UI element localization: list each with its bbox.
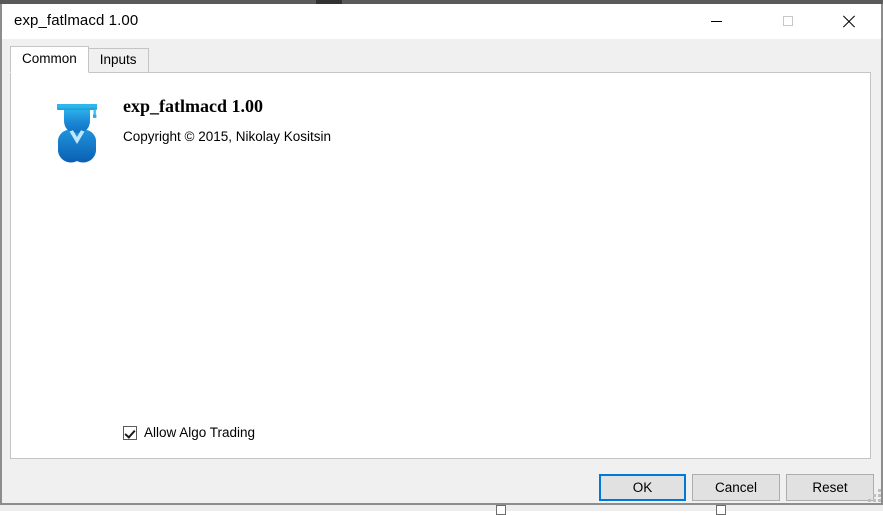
background-checkbox-partial	[496, 505, 506, 515]
tab-common-label: Common	[22, 51, 77, 66]
common-tab-panel: exp_fatlmacd 1.00 Copyright © 2015, Niko…	[10, 72, 871, 459]
close-button[interactable]	[825, 4, 871, 38]
minimize-button[interactable]	[693, 4, 739, 38]
allow-algo-trading-label: Allow Algo Trading	[144, 425, 256, 440]
expert-properties-dialog: exp_fatlmacd 1.00 Common Inputs exp_fatl…	[0, 4, 883, 505]
reset-button[interactable]: Reset	[786, 474, 874, 501]
tab-inputs[interactable]: Inputs	[87, 48, 149, 73]
product-title: exp_fatlmacd 1.00	[123, 96, 263, 116]
maximize-button[interactable]	[765, 4, 811, 38]
window-title: exp_fatlmacd 1.00	[14, 12, 139, 29]
close-icon	[842, 15, 855, 28]
cancel-button[interactable]: Cancel	[692, 474, 780, 501]
maximize-icon	[783, 16, 793, 26]
ok-button[interactable]: OK	[599, 474, 686, 501]
minimize-icon	[710, 20, 722, 22]
resize-grip[interactable]	[868, 489, 882, 503]
tab-strip: Common Inputs	[10, 46, 149, 73]
allow-algo-trading-checkbox[interactable]: Allow Algo Trading	[123, 425, 255, 440]
title-bar: exp_fatlmacd 1.00	[2, 4, 881, 39]
expert-advisor-graduate-icon	[57, 104, 97, 163]
product-copyright: Copyright © 2015, Nikolay Kositsin	[123, 129, 332, 144]
tab-inputs-label: Inputs	[99, 52, 137, 67]
tab-common[interactable]: Common	[10, 46, 89, 73]
checkbox-checked-icon[interactable]	[123, 425, 137, 440]
background-checkbox-partial-2	[716, 505, 726, 515]
